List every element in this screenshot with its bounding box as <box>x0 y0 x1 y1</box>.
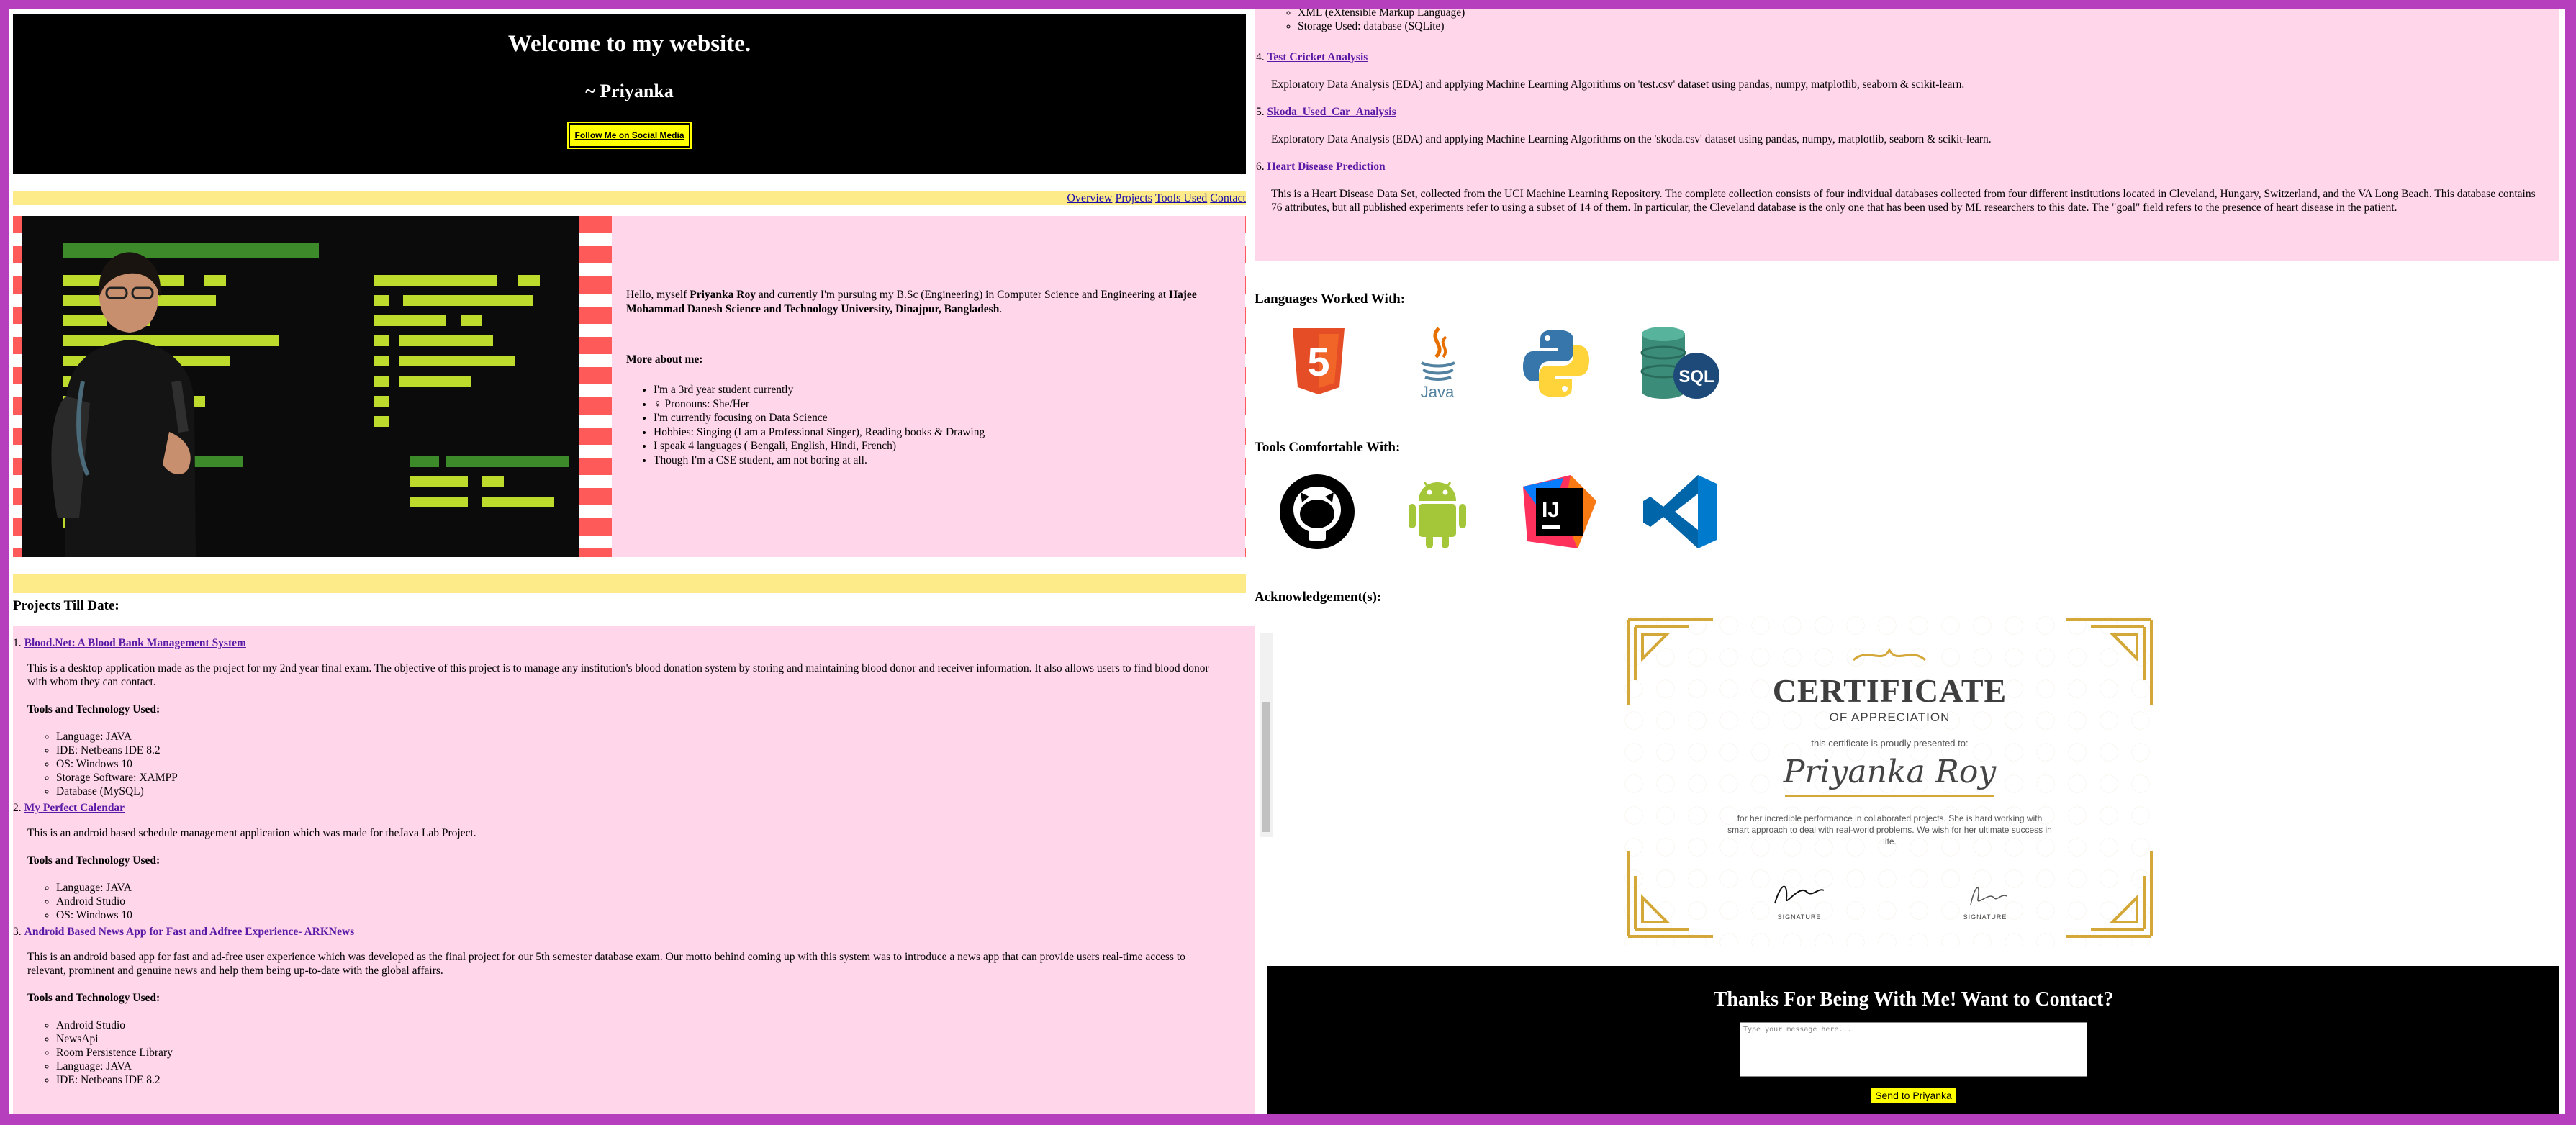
project-desc: Exploratory Data Analysis (EDA) and appl… <box>1271 78 1965 91</box>
svg-text:5: 5 <box>1307 339 1329 384</box>
tools-heading: Tools and Technology Used: <box>27 854 161 867</box>
contact-section: Thanks For Being With Me! Want to Contac… <box>1267 966 2559 1114</box>
list-item: IDE: Netbeans IDE 8.2 <box>56 1073 1255 1087</box>
tools-heading: Tools and Technology Used: <box>27 992 161 1004</box>
list-item: Android Studio <box>56 895 1255 908</box>
about-name: Priyanka Roy <box>690 289 756 301</box>
nav-projects-link[interactable]: Projects <box>1115 192 1152 204</box>
certificate-title: CERTIFICATE <box>1772 672 2007 709</box>
certificate-text: for her incredible performance in collab… <box>1727 813 2052 846</box>
list-item: Language: JAVA <box>56 1060 1255 1073</box>
list-item: I'm a 3rd year student currently <box>654 383 1231 397</box>
projects-heading: Projects Till Date: <box>13 598 119 613</box>
html5-icon: 5 <box>1283 324 1355 403</box>
projects-list: 1. Blood.Net: A Blood Bank Management Sys… <box>13 626 1255 1114</box>
list-item: NewsApi <box>56 1032 1255 1046</box>
project-item: 4. Test Cricket Analysis Exploratory Dat… <box>1256 50 2559 91</box>
project-link-cricket[interactable]: Test Cricket Analysis <box>1267 51 1368 63</box>
scrollbar-thumb[interactable] <box>1262 702 1270 832</box>
svg-text:SQL: SQL <box>1678 367 1714 387</box>
tools-section-heading: Tools Comfortable With: <box>1255 440 1401 455</box>
project-link-bloodnet[interactable]: Blood.Net: A Blood Bank Management Syste… <box>24 637 246 649</box>
list-item: ♀ Pronouns: She/Her <box>654 397 1231 412</box>
nav-tools-link[interactable]: Tools Used <box>1155 192 1207 204</box>
project-item: 2. My Perfect Calendar This is an android… <box>13 801 1255 922</box>
follow-social-button[interactable]: Follow Me on Social Media <box>567 122 692 149</box>
signature-right: SIGNATURE <box>1942 877 2028 921</box>
about-intro: Hello, myself Priyanka Roy and currently… <box>626 289 1197 315</box>
projects-list-continued: XML (eXtensible Markup Language) Storage… <box>1255 9 2559 261</box>
list-item: Database (MySQL) <box>56 785 1255 798</box>
project-item: 1. Blood.Net: A Blood Bank Management Sys… <box>13 636 1255 798</box>
page-frame: Welcome to my website. ~ Priyanka Follow… <box>9 9 2565 1114</box>
python-icon <box>1520 324 1592 403</box>
certificate-presented: this certificate is proudly presented to… <box>1811 738 1969 749</box>
certificate-subtitle: OF APPRECIATION <box>1829 710 1951 724</box>
project-item: 5. Skoda_Used_Car_Analysis Exploratory D… <box>1256 105 2559 146</box>
project-desc: This is an android based app for fast an… <box>27 951 1185 977</box>
list-item: Storage Used: database (SQLite) <box>1298 19 2559 33</box>
project-link-arknews[interactable]: Android Based News App for Fast and Adfr… <box>24 926 355 938</box>
github-icon <box>1278 472 1357 551</box>
message-textarea[interactable] <box>1740 1022 2087 1077</box>
list-item: OS: Windows 10 <box>56 757 1255 771</box>
signature-left: SIGNATURE <box>1756 877 1843 921</box>
project-link-heart[interactable]: Heart Disease Prediction <box>1267 161 1386 173</box>
about-facts-list: I'm a 3rd year student currently ♀ Prono… <box>654 383 1231 467</box>
certificate-name: Priyanka Roy <box>1783 754 1997 790</box>
project-desc: This is an android based schedule manage… <box>27 827 476 839</box>
project-desc: Exploratory Data Analysis (EDA) and appl… <box>1271 133 1992 145</box>
project-link-calendar[interactable]: My Perfect Calendar <box>24 802 125 814</box>
list-item: I speak 4 languages ( Bengali, English, … <box>654 439 1231 453</box>
nav-bar: Overview Projects Tools Used Contact <box>13 191 1246 205</box>
list-item: Storage Software: XAMPP <box>56 771 1255 785</box>
project-item: 3. Android Based News App for Fast and Ad… <box>13 925 1255 1087</box>
languages-heading: Languages Worked With: <box>1255 292 1406 307</box>
list-item: Language: JAVA <box>56 881 1255 895</box>
tools-heading: Tools and Technology Used: <box>27 703 161 715</box>
list-item: XML (eXtensible Markup Language) <box>1298 9 2559 19</box>
send-button[interactable]: Send to Priyanka <box>1871 1088 1956 1103</box>
list-item: Language: JAVA <box>56 730 1255 744</box>
nav-contact-link[interactable]: Contact <box>1210 192 1246 204</box>
contact-heading: Thanks For Being With Me! Want to Contac… <box>1713 988 2114 1011</box>
project-item: 6. Heart Disease Prediction This is a He… <box>1256 160 2559 214</box>
list-item: OS: Windows 10 <box>56 908 1255 922</box>
java-icon: Java <box>1401 324 1473 403</box>
project-desc: This is a desktop application made as th… <box>27 662 1209 688</box>
divider-strip <box>13 574 1246 593</box>
intellij-icon: IJ <box>1520 472 1599 551</box>
more-about-heading: More about me: <box>626 353 703 366</box>
android-icon <box>1401 472 1473 551</box>
embed-scrollbar[interactable] <box>1260 633 1273 837</box>
sql-icon: SQL <box>1639 324 1722 403</box>
svg-text:Java: Java <box>1421 383 1455 401</box>
svg-text:IJ: IJ <box>1542 498 1560 522</box>
list-item: Android Studio <box>56 1018 1255 1032</box>
acknowledgement-heading: Acknowledgement(s): <box>1255 589 1382 605</box>
list-item: Room Persistence Library <box>56 1046 1255 1060</box>
vscode-icon <box>1639 472 1722 551</box>
about-card: Hello, myself Priyanka Roy and currently… <box>612 216 1245 557</box>
hero-banner: Welcome to my website. ~ Priyanka Follow… <box>13 14 1246 174</box>
hero-signature: ~ Priyanka <box>585 81 674 101</box>
certificate-image: CERTIFICATE OF APPRECIATION this certifi… <box>1618 610 2161 946</box>
list-item: I'm currently focusing on Data Science <box>654 411 1231 425</box>
project-desc: This is a Heart Disease Data Set, collec… <box>1271 188 2536 214</box>
hero-title: Welcome to my website. <box>507 31 751 57</box>
list-item: IDE: Netbeans IDE 8.2 <box>56 744 1255 757</box>
project-link-skoda[interactable]: Skoda_Used_Car_Analysis <box>1267 106 1396 118</box>
profile-photo <box>22 216 579 557</box>
list-item: Hobbies: Singing (I am a Professional Si… <box>654 425 1231 440</box>
nav-overview-link[interactable]: Overview <box>1067 192 1112 204</box>
about-section: Hello, myself Priyanka Roy and currently… <box>13 216 1246 557</box>
list-item: Though I'm a CSE student, am not boring … <box>654 453 1231 468</box>
